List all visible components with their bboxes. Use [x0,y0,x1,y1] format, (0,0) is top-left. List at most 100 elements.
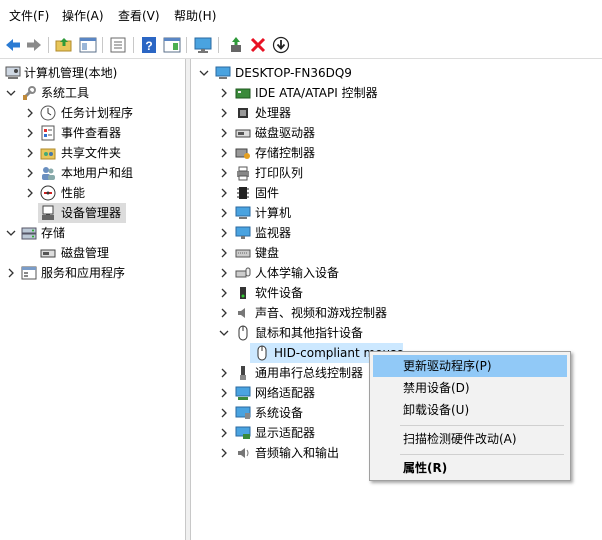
tree-performance[interactable]: 性能 [0,183,185,203]
device-category-label: 音频输入和输出 [255,446,340,460]
device-category[interactable]: 存储控制器 [191,143,602,163]
show-hide-action-pane-icon[interactable] [163,36,181,54]
ctx-disable-device[interactable]: 禁用设备(D) [373,377,567,399]
menu-bar: 文件(F) 操作(A) 查看(V) 帮助(H) [0,0,602,32]
console-tree: 计算机管理(本地) 系统工具 任务计划程序 事件查看器 共享文件夹 本地用户和组… [0,59,185,540]
tree-disk-management[interactable]: 磁盘管理 [0,243,185,263]
menu-action[interactable]: 操作(A) [62,8,104,24]
device-category-label: 固件 [255,186,280,200]
device-category[interactable]: 处理器 [191,103,602,123]
device-category[interactable]: 打印队列 [191,163,602,183]
device-category[interactable]: IDE ATA/ATAPI 控制器 [191,83,602,103]
keyboard-icon [235,249,251,258]
device-category[interactable]: 磁盘驱动器 [191,123,602,143]
device-category[interactable]: 键盘 [191,243,602,263]
menu-file[interactable]: 文件(F) [9,8,49,24]
ctx-separator [400,454,564,455]
chevron-right-icon[interactable] [218,283,230,303]
chevron-right-icon[interactable] [218,243,230,263]
tree-shared-folders[interactable]: 共享文件夹 [0,143,185,163]
computer-monitor-icon[interactable] [194,36,212,54]
tree-storage[interactable]: 存储 [0,223,185,243]
monitor-icon [235,226,251,239]
chevron-right-icon[interactable] [218,183,230,203]
ctx-scan-hardware[interactable]: 扫描检测硬件改动(A) [373,428,567,450]
tree-root[interactable]: 计算机管理(本地) [0,63,185,83]
device-category-label: 通用串行总线控制器 [255,366,364,380]
chevron-right-icon[interactable] [218,163,230,183]
properties-icon[interactable] [109,36,127,54]
device-category-label: 网络适配器 [255,386,316,400]
device-category-label: 声音、视频和游戏控制器 [255,306,388,320]
chevron-right-icon[interactable] [218,443,230,463]
tree-services-apps[interactable]: 服务和应用程序 [0,263,185,283]
svg-text:?: ? [145,39,152,53]
chevron-down-icon[interactable] [198,63,210,83]
tree-shared-folders-label: 共享文件夹 [61,146,122,160]
folder-up-icon[interactable] [55,36,73,54]
tree-local-users[interactable]: 本地用户和组 [0,163,185,183]
tree-device-manager[interactable]: 设备管理器 [38,203,126,223]
help-icon[interactable]: ? [140,36,158,54]
forward-arrow-icon[interactable] [25,36,43,54]
device-category[interactable]: 声音、视频和游戏控制器 [191,303,602,323]
device-category-label: 键盘 [255,246,280,260]
chevron-right-icon[interactable] [5,263,17,283]
chevron-right-icon[interactable] [218,303,230,323]
device-category[interactable]: 软件设备 [191,283,602,303]
show-hide-tree-icon[interactable] [79,36,97,54]
chevron-right-icon[interactable] [218,403,230,423]
device-category[interactable]: 监视器 [191,223,602,243]
chevron-right-icon[interactable] [218,363,230,383]
chevron-right-icon[interactable] [218,103,230,123]
tree-system-tools[interactable]: 系统工具 [0,83,185,103]
ctx-properties[interactable]: 属性(R) [373,457,567,479]
chevron-right-icon[interactable] [218,423,230,443]
chevron-right-icon[interactable] [24,143,36,163]
chevron-right-icon[interactable] [218,123,230,143]
ctx-uninstall-device[interactable]: 卸载设备(U) [373,399,567,421]
chevron-right-icon[interactable] [24,123,36,143]
chevron-right-icon[interactable] [218,143,230,163]
device-category-label: 存储控制器 [255,146,316,160]
storage-controller-icon [235,148,250,159]
chevron-right-icon[interactable] [218,83,230,103]
device-category[interactable]: 计算机 [191,203,602,223]
device-category[interactable]: 鼠标和其他指针设备 [191,323,602,343]
ctx-update-driver[interactable]: 更新驱动程序(P) [373,355,567,377]
uninstall-x-icon[interactable] [249,36,267,54]
device-manager-icon [42,205,54,220]
disk-management-icon [40,249,56,258]
tree-event-viewer[interactable]: 事件查看器 [0,123,185,143]
menu-help[interactable]: 帮助(H) [174,8,216,24]
device-category[interactable]: 人体学输入设备 [191,263,602,283]
chevron-right-icon[interactable] [218,383,230,403]
menu-view[interactable]: 查看(V) [118,8,160,24]
ctx-separator [400,425,564,426]
hid-icon [235,267,251,278]
ide-controller-icon [235,88,251,99]
back-arrow-icon[interactable] [4,36,22,54]
network-adapter-icon [235,386,251,400]
chevron-down-icon[interactable] [5,223,17,243]
chevron-right-icon[interactable] [218,203,230,223]
device-category-label: 显示适配器 [255,426,316,440]
download-arrow-icon[interactable] [272,36,290,54]
chevron-right-icon[interactable] [218,263,230,283]
chevron-right-icon[interactable] [24,163,36,183]
chevron-down-icon[interactable] [5,83,17,103]
device-category[interactable]: 固件 [191,183,602,203]
chevron-right-icon[interactable] [24,183,36,203]
chevron-right-icon[interactable] [24,103,36,123]
chevron-down-icon[interactable] [218,323,230,343]
tree-task-scheduler[interactable]: 任务计划程序 [0,103,185,123]
update-driver-icon[interactable] [227,36,245,54]
chevron-right-icon[interactable] [218,223,230,243]
device-category-label: 计算机 [255,206,292,220]
device-category-label: 磁盘驱动器 [255,126,316,140]
users-icon [42,167,55,180]
tree-disk-management-label: 磁盘管理 [61,246,110,260]
device-tree-root[interactable]: DESKTOP-FN36DQ9 [191,63,602,83]
device-category-label: 系统设备 [255,406,304,420]
device-category-label: 人体学输入设备 [255,266,340,280]
